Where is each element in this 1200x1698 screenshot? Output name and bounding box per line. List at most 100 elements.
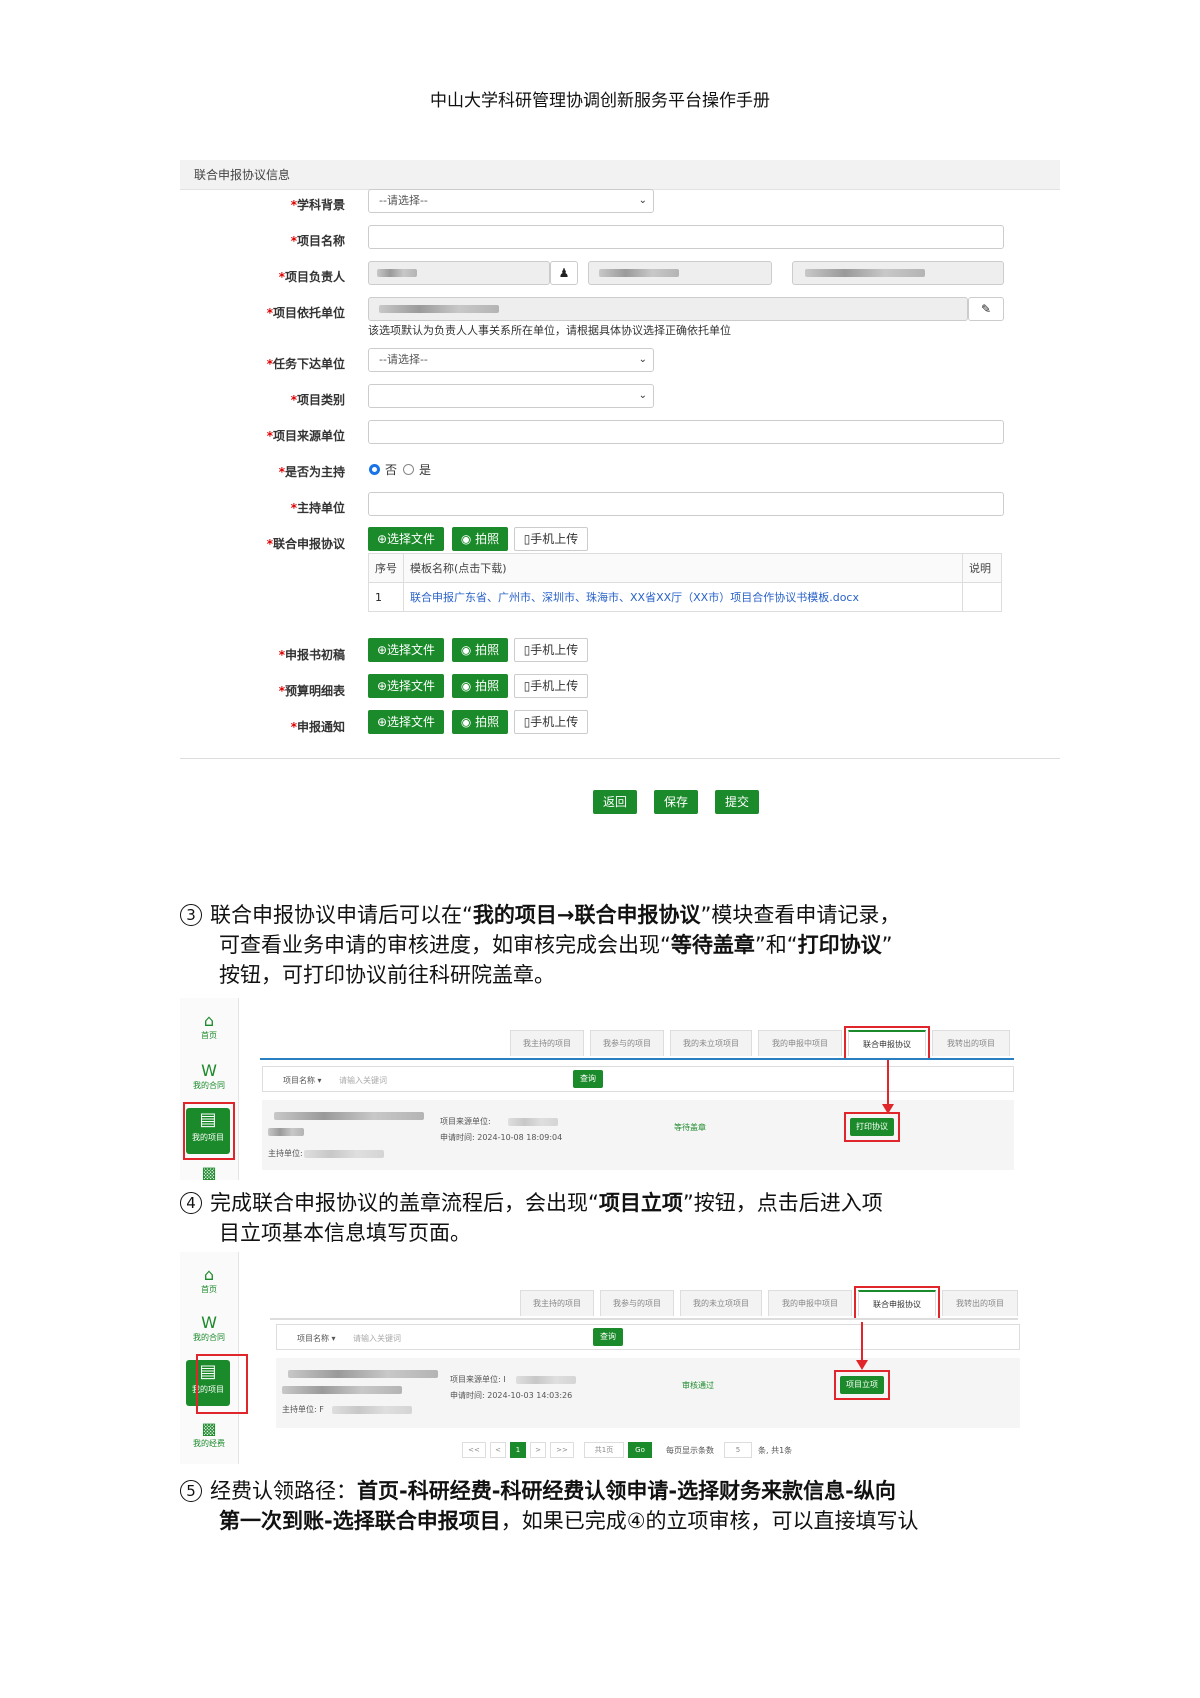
divider <box>180 758 1060 759</box>
pager-page[interactable]: 1 <box>510 1442 526 1458</box>
list-item: 主持单位: F 项目来源单位: I 申请时间: 2024-10-03 14:03… <box>276 1358 1020 1428</box>
tab-participated[interactable]: 我参与的项目 <box>590 1030 664 1056</box>
sidebar-item-contract[interactable]: W 我的合同 <box>180 1314 238 1343</box>
highlight-box <box>196 1354 248 1414</box>
redacted-text <box>508 1118 558 1126</box>
per-page-select[interactable]: 5 <box>724 1442 752 1458</box>
draft-label: *申报书初稿 <box>278 648 345 662</box>
pager-go-button[interactable]: Go <box>628 1442 652 1458</box>
tab-transferred[interactable]: 我转出的项目 <box>942 1290 1018 1316</box>
table-row: 1 联合申报广东省、广州市、深圳市、珠海市、XX省XX厅（XX市）项目合作协议书… <box>368 582 1002 612</box>
tab-applying[interactable]: 我的申报中项目 <box>768 1290 852 1316</box>
sidebar-item-home[interactable]: ⌂ 首页 <box>180 1012 238 1041</box>
source-unit-input[interactable] <box>368 420 1004 444</box>
tab-applying[interactable]: 我的申报中项目 <box>758 1030 842 1056</box>
redacted-text <box>377 269 417 277</box>
search-bar: 项目名称 ▾ 请输入关键词 查询 <box>276 1324 1020 1350</box>
pager-prev[interactable]: < <box>490 1442 506 1458</box>
search-bar: 项目名称 ▾ 请输入关键词 查询 <box>262 1066 1014 1092</box>
tab-hosted[interactable]: 我主持的项目 <box>520 1290 594 1316</box>
source-unit-label: 项目来源单位: I <box>450 1375 506 1384</box>
sidebar-item-contract[interactable]: W 我的合同 <box>180 1062 238 1091</box>
mobile-upload-button[interactable]: ▯手机上传 <box>514 638 588 662</box>
save-button[interactable]: 保存 <box>654 790 698 814</box>
mobile-upload-button[interactable]: ▯手机上传 <box>514 527 588 551</box>
tab-participated[interactable]: 我参与的项目 <box>600 1290 674 1316</box>
tab-unapproved[interactable]: 我的未立项项目 <box>670 1030 752 1056</box>
filter-dropdown[interactable]: 项目名称 ▾ <box>283 1075 322 1086</box>
category-select[interactable]: ⌄ <box>368 384 654 408</box>
redacted-text <box>274 1112 424 1120</box>
tab-unapproved[interactable]: 我的未立项项目 <box>680 1290 762 1316</box>
search-button[interactable]: 查询 <box>593 1328 623 1346</box>
apply-time: 申请时间: 2024-10-08 18:09:04 <box>440 1133 563 1142</box>
budget-label: *预算明细表 <box>278 684 345 698</box>
highlight-box <box>844 1026 930 1060</box>
pager-first[interactable]: << <box>462 1442 486 1458</box>
redacted-text <box>268 1128 304 1136</box>
redacted-text <box>282 1386 402 1394</box>
radio-yes[interactable] <box>403 464 414 475</box>
tab-hosted[interactable]: 我主持的项目 <box>510 1030 584 1056</box>
pager-last[interactable]: >> <box>550 1442 574 1458</box>
red-arrow <box>861 1322 863 1364</box>
redacted-text <box>288 1370 438 1378</box>
redacted-text <box>332 1406 412 1414</box>
submit-button[interactable]: 提交 <box>715 790 759 814</box>
photo-button[interactable]: ◉ 拍照 <box>452 638 508 662</box>
host-unit-input[interactable] <box>368 297 968 321</box>
redacted-text <box>304 1150 384 1158</box>
chevron-down-icon: ⌄ <box>638 195 647 206</box>
source-unit-label: *项目来源单位 <box>266 429 345 443</box>
camera-icon: ◉ <box>460 679 476 693</box>
choose-file-button[interactable]: ⊕选择文件 <box>368 710 444 734</box>
mobile-upload-button[interactable]: ▯手机上传 <box>514 674 588 698</box>
edit-icon[interactable]: ✎ <box>968 297 1004 321</box>
main-unit-input[interactable] <box>368 492 1004 516</box>
application-form: 联合申报协议信息 *学科背景 --请选择-- ⌄ *项目名称 *项目负责人 ♟ *… <box>180 160 1060 900</box>
leader-input[interactable] <box>368 261 550 285</box>
sidebar-item-home[interactable]: ⌂ 首页 <box>180 1266 238 1295</box>
person-icon[interactable]: ♟ <box>550 261 578 285</box>
choose-file-button[interactable]: ⊕选择文件 <box>368 638 444 662</box>
task-unit-select[interactable]: --请选择-- ⌄ <box>368 348 654 372</box>
search-input[interactable]: 请输入关键词 <box>353 1333 401 1344</box>
card-icon: ▩ <box>201 1419 217 1438</box>
table-header-row: 序号 模板名称(点击下载) 说明 <box>368 553 1002 583</box>
task-unit-label: *任务下达单位 <box>266 357 345 371</box>
photo-button[interactable]: ◉ 拍照 <box>452 527 508 551</box>
tab-underline <box>260 1058 1014 1060</box>
is-host-label: *是否为主持 <box>278 465 345 479</box>
photo-button[interactable]: ◉ 拍照 <box>452 710 508 734</box>
tab-transferred[interactable]: 我转出的项目 <box>932 1030 1010 1056</box>
search-button[interactable]: 查询 <box>573 1070 603 1088</box>
per-page-label: 每页显示条数 <box>666 1446 714 1455</box>
subject-select[interactable]: --请选择-- ⌄ <box>368 189 654 213</box>
photo-button[interactable]: ◉ 拍照 <box>452 674 508 698</box>
chevron-down-icon: ⌄ <box>638 354 647 365</box>
choose-file-button[interactable]: ⊕选择文件 <box>368 674 444 698</box>
pager-next[interactable]: > <box>530 1442 546 1458</box>
leader-title-field <box>792 261 1004 285</box>
search-input[interactable]: 请输入关键词 <box>339 1075 387 1086</box>
project-name-label: *项目名称 <box>290 234 345 248</box>
filter-dropdown[interactable]: 项目名称 ▾ <box>297 1333 336 1344</box>
template-table: 序号 模板名称(点击下载) 说明 1 联合申报广东省、广州市、深圳市、珠海市、X… <box>368 553 1002 612</box>
radio-no-label: 否 <box>385 463 398 477</box>
camera-icon: ◉ <box>460 715 476 729</box>
step5-paragraph: 5 经费认领路径：首页-科研经费-科研经费认领申请-选择财务来款信息-纵向 第一次… <box>180 1476 1070 1536</box>
project-name-input[interactable] <box>368 225 1004 249</box>
choose-file-button[interactable]: ⊕选择文件 <box>368 527 444 551</box>
main-unit-label: *主持单位 <box>290 501 345 515</box>
row-note <box>962 582 1002 612</box>
radio-no[interactable] <box>369 464 380 475</box>
sidebar-item-funds[interactable]: ▩ <box>180 1164 238 1182</box>
my-projects-screenshot-1: ⌂ 首页 W 我的合同 ▤ 我的项目 ▩ 我主持的项目 我参与的项目 我的未立项项目 … <box>180 998 1030 1182</box>
mobile-upload-button[interactable]: ▯手机上传 <box>514 710 588 734</box>
template-download-link[interactable]: 联合申报广东省、广州市、深圳市、珠海市、XX省XX厅（XX市）项目合作协议书模板… <box>403 582 963 612</box>
apply-time: 申请时间: 2024-10-03 14:03:26 <box>450 1391 573 1400</box>
my-projects-screenshot-2: ⌂ 首页 W 我的合同 ▤ 我的项目 ▩ 我的经费 我主持的项目 我参与的项目 我的未立… <box>180 1252 1030 1464</box>
back-button[interactable]: 返回 <box>593 790 637 814</box>
highlight-box <box>834 1370 890 1400</box>
sidebar-item-funds[interactable]: ▩ 我的经费 <box>180 1420 238 1449</box>
